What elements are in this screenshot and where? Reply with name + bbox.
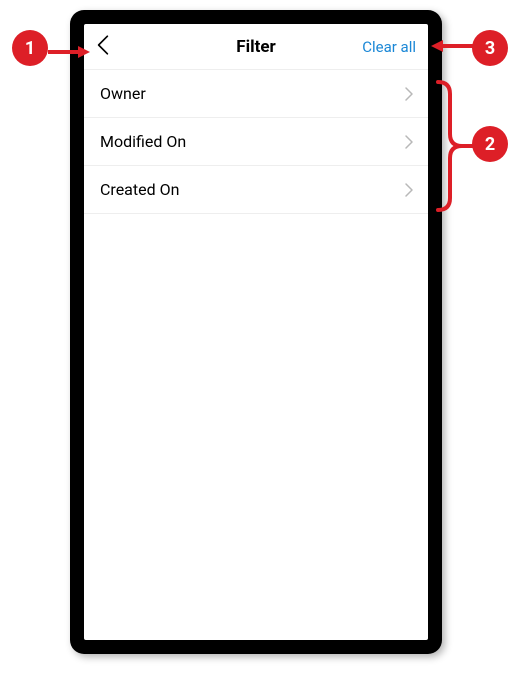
- filter-label: Created On: [100, 180, 179, 199]
- chevron-left-icon: [96, 34, 110, 60]
- device-frame: Filter Clear all Owner Modified On: [70, 10, 442, 654]
- filter-row-created-on[interactable]: Created On: [84, 166, 428, 214]
- annotation-badge-2: 2: [472, 126, 508, 162]
- header-bar: Filter Clear all: [84, 24, 428, 70]
- annotation-badge-3: 3: [472, 30, 508, 66]
- chevron-right-icon: [404, 134, 414, 150]
- back-button[interactable]: [96, 32, 126, 62]
- annotation-bracket-2: [434, 76, 474, 220]
- chevron-right-icon: [404, 182, 414, 198]
- annotation-number: 1: [25, 38, 35, 59]
- filter-row-owner[interactable]: Owner: [84, 70, 428, 118]
- annotation-badge-1: 1: [12, 30, 48, 66]
- filter-label: Modified On: [100, 132, 186, 151]
- filter-label: Owner: [100, 84, 146, 103]
- chevron-right-icon: [404, 86, 414, 102]
- annotation-number: 2: [485, 134, 495, 155]
- filter-list: Owner Modified On: [84, 70, 428, 214]
- clear-all-button[interactable]: Clear all: [362, 38, 416, 56]
- annotation-arrow-3: [431, 40, 473, 52]
- screen: Filter Clear all Owner Modified On: [84, 24, 428, 640]
- annotation-number: 3: [485, 38, 495, 59]
- annotation-arrow-1: [48, 46, 90, 48]
- page-title: Filter: [236, 37, 276, 57]
- filter-row-modified-on[interactable]: Modified On: [84, 118, 428, 166]
